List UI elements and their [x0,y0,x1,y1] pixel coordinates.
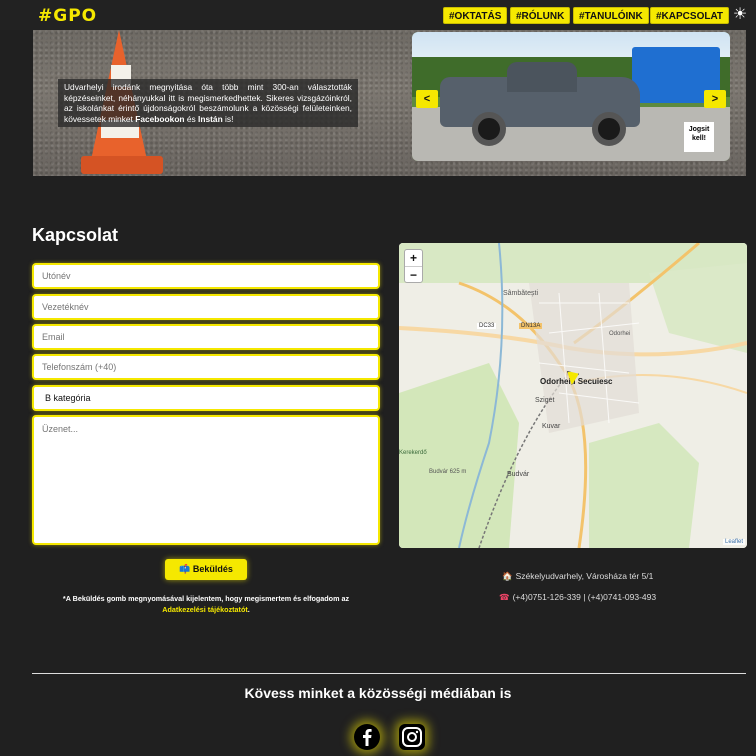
carousel-next-button[interactable]: > [704,90,726,108]
leaflet-attribution[interactable]: Leaflet [723,539,746,545]
nav-tanuloink[interactable]: #TANULÓINK [573,7,649,24]
map-label-kuvar: Kuvar [542,423,561,430]
house-icon: 🏠 [502,571,513,581]
site-logo[interactable]: #GPO [38,6,97,26]
hero-description: Udvarhelyi irodánk megnyitása óta több m… [58,79,358,127]
map-label-odorheiu-secuiesc: Odorheiu Secuiesc [540,377,613,386]
section-divider [32,673,746,674]
facebook-link[interactable]: Facebookon [135,114,184,124]
map-label-kerekerdo: Kerekerdő [399,450,427,456]
nav-kapcsolat[interactable]: #KAPCSOLAT [650,7,730,24]
carousel-photo: Jogsit kell! [412,32,730,161]
contact-title: Kapcsolat [32,225,119,245]
zoom-in-button[interactable]: + [405,250,422,266]
instagram-icon[interactable] [399,724,425,750]
telephone-icon: ☎ [499,592,510,602]
sun-icon[interactable]: ☀ [731,6,749,24]
map-label-dn13a: DN13A [519,323,543,329]
map-label-odorhei: Odorhei [609,331,631,337]
instagram-link[interactable]: Instán [198,114,223,124]
map-label-dc33: DC33 [477,323,497,329]
email-input[interactable] [32,324,380,350]
social-heading: Kövess minket a közösségi médiában is [244,685,512,701]
map-zoom-control: + − [404,249,423,283]
map-label-sziget: Sziget [535,397,555,404]
location-map[interactable]: Sâmbătești DC33 DN13A Odorhei Odorheiu S… [399,243,747,548]
phone-numbers: ☎ (+4)0751-126-339 | (+4)0741-093-493 [499,592,657,602]
header: #GPO #OKTATÁS #RÓLUNK #TANULÓINK #KAPCSO… [0,0,756,30]
map-label-budvar-peak: Budvár 625 m [429,469,467,475]
map-tiles [399,243,747,548]
message-textarea[interactable] [32,415,380,545]
jogsit-kell-sign: Jogsit kell! [684,122,714,152]
phone-input[interactable] [32,354,380,380]
first-name-input[interactable] [32,263,380,289]
zoom-out-button[interactable]: − [405,266,422,282]
map-label-budvar: Budvár [507,471,530,478]
map-label-sambatesti: Sâmbătești [503,290,539,297]
hero-banner: Udvarhelyi irodánk megnyitása óta több m… [33,30,746,176]
nav-rolunk[interactable]: #RÓLUNK [510,7,571,24]
facebook-icon[interactable] [354,724,380,750]
address: 🏠 Székelyudvarhely, Városháza tér 5/1 [502,571,654,581]
send-button[interactable]: 📫 Beküldés [165,559,247,580]
nav-oktatas[interactable]: #OKTATÁS [443,7,508,24]
privacy-policy-link[interactable]: Adatkezelési tájékoztatót [162,605,247,614]
carousel-prev-button[interactable]: < [416,90,438,108]
privacy-disclaimer: *A Beküldés gomb megnyomásával kijelente… [62,594,350,614]
last-name-input[interactable] [32,294,380,320]
category-select[interactable]: B kategória [32,385,380,411]
